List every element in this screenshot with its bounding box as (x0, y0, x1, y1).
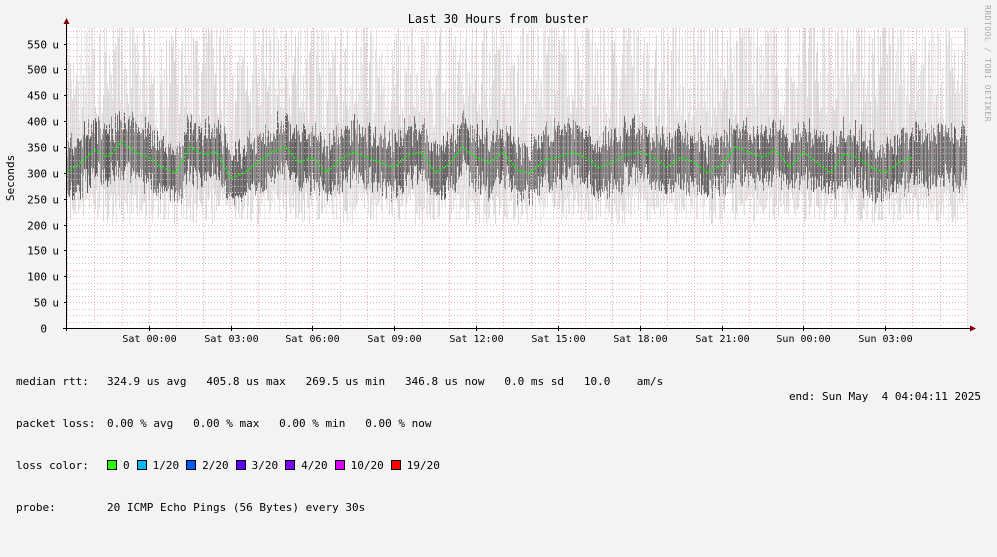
median-rtt-row: median rtt: 324.9 us avg 405.8 us max 26… (16, 375, 663, 389)
y-tick-unit: u (52, 39, 59, 52)
loss-color-swatches: 0 1/20 2/20 3/20 4/20 10/20 19/20 (107, 459, 447, 473)
end-time: end: Sun May 4 04:04:11 2025 (788, 390, 981, 403)
loss-color-swatch (186, 460, 197, 470)
x-tick-label: Sat 15:00 (531, 334, 585, 345)
y-tick-unit: u (52, 271, 59, 284)
loss-color-item: 3/20 (235, 459, 279, 472)
y-tick-label: 0 (40, 323, 47, 336)
loss-color-item: 4/20 (285, 459, 328, 472)
y-tick-unit: u (52, 245, 59, 258)
rtt-chart: 0 50 u 100 u 150 u 200 u 250 u 300 u 350 u 400 u 450 u 500 u… (4, 12, 976, 345)
loss-color-swatch (390, 460, 401, 470)
probe-label: probe: (16, 501, 56, 514)
chart-title: Last 30 Hours from buster (408, 12, 589, 26)
rrdtool-credit: RRDTOOL / TOBI OETIKER (983, 5, 992, 122)
loss-color-item-label: 4/20 (301, 459, 328, 472)
y-axis-label: Seconds (4, 155, 17, 201)
probe-row: probe: 20 ICMP Echo Pings (56 Bytes) eve… (16, 501, 365, 515)
y-tick-label: 200 (27, 220, 47, 233)
y-tick-unit: u (52, 116, 59, 129)
y-tick-unit: u (52, 90, 59, 103)
x-tick-label: Sat 18:00 (613, 334, 667, 345)
loss-color-item-label: 19/20 (406, 459, 440, 472)
y-tick-unit: u (52, 168, 59, 181)
median-rtt-label: median rtt: (16, 375, 89, 388)
y-tick-unit: u (52, 220, 59, 233)
x-tick-label: Sat 12:00 (449, 334, 503, 345)
y-tick-label: 300 (27, 168, 47, 181)
loss-color-item: 0 (107, 459, 130, 472)
y-tick-unit: u (52, 142, 59, 155)
y-tick-label: 150 (27, 245, 47, 258)
loss-color-item: 19/20 (390, 459, 440, 472)
loss-color-swatch (285, 460, 296, 470)
y-tick-unit: u (52, 64, 59, 77)
loss-color-item: 2/20 (186, 459, 229, 472)
x-tick-label: Sat 21:00 (695, 334, 749, 345)
loss-color-item-label: 3/20 (251, 459, 279, 472)
y-tick-label: 550 (27, 39, 47, 52)
x-tick-label: Sat 09:00 (367, 334, 421, 345)
packet-loss-label: packet loss: (16, 417, 96, 430)
median-rtt-values: 324.9 us avg 405.8 us max 269.5 us min 3… (107, 375, 664, 388)
loss-color-item: 1/20 (136, 459, 180, 472)
loss-color-item-label: 1/20 (152, 459, 180, 472)
loss-color-item-label: 2/20 (202, 459, 229, 472)
y-tick-unit: u (52, 194, 59, 207)
y-tick-label: 400 (27, 116, 47, 129)
probe-value: 20 ICMP Echo Pings (56 Bytes) every 30s (107, 501, 366, 514)
y-tick-label: 100 (27, 271, 47, 284)
loss-color-swatch (107, 460, 117, 470)
loss-color-swatch (334, 460, 345, 470)
loss-color-row: loss color: 0 1/20 2/20 3/20 4/20 10/20 19/20 (16, 459, 440, 473)
x-tick-label: Sat 03:00 (204, 334, 258, 345)
legend: median rtt: 324.9 us avg 405.8 us max 26… (16, 347, 663, 529)
x-tick-label: Sun 03:00 (858, 334, 912, 345)
loss-color-swatch (136, 460, 147, 470)
y-tick-label: 500 (27, 64, 47, 77)
x-tick-label: Sat 00:00 (122, 334, 176, 345)
loss-color-swatch (235, 460, 246, 470)
y-tick-unit: u (52, 297, 59, 310)
x-tick-label: Sat 06:00 (285, 334, 339, 345)
y-tick-label: 350 (27, 142, 47, 155)
y-axis-arrow (63, 18, 70, 24)
loss-color-label: loss color: (16, 459, 89, 472)
y-tick-label: 250 (27, 194, 47, 207)
loss-color-item: 10/20 (334, 459, 384, 472)
y-tick-label: 450 (27, 90, 47, 103)
loss-color-item-label: 0 (123, 459, 130, 472)
packet-loss-values: 0.00 % avg 0.00 % max 0.00 % min 0.00 % … (107, 417, 432, 430)
x-tick-label: Sun 00:00 (776, 334, 830, 345)
packet-loss-row: packet loss: 0.00 % avg 0.00 % max 0.00 … (16, 417, 432, 431)
x-axis-arrow (970, 325, 976, 332)
y-tick-label: 50 (34, 297, 47, 310)
loss-color-item-label: 10/20 (350, 459, 384, 472)
